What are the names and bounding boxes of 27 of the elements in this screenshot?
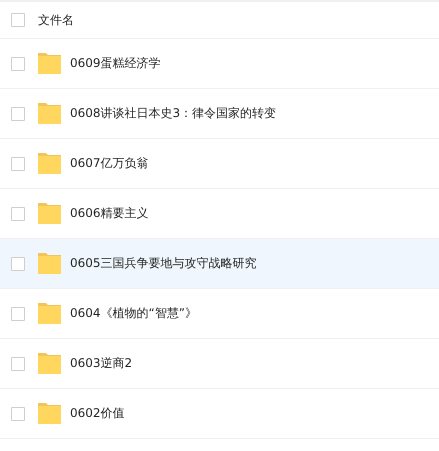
checkbox[interactable] bbox=[11, 356, 25, 370]
checkbox[interactable] bbox=[11, 206, 25, 220]
checkbox[interactable] bbox=[11, 13, 25, 27]
file-name[interactable]: 0607亿万负翁 bbox=[70, 155, 149, 172]
folder-icon bbox=[38, 353, 61, 374]
checkbox[interactable] bbox=[11, 406, 25, 420]
file-name[interactable]: 0605三国兵争要地与攻守战略研究 bbox=[70, 255, 257, 272]
file-row[interactable]: 0605三国兵争要地与攻守战略研究 bbox=[0, 239, 439, 289]
folder-icon bbox=[38, 103, 61, 124]
column-header[interactable]: 文件名 bbox=[38, 12, 74, 28]
checkbox[interactable] bbox=[11, 306, 25, 320]
file-name[interactable]: 0604《植物的“智慧”》 bbox=[70, 305, 197, 322]
checkbox[interactable] bbox=[11, 56, 25, 70]
folder-icon bbox=[38, 303, 61, 324]
checkbox[interactable] bbox=[11, 256, 25, 270]
folder-icon bbox=[38, 203, 61, 224]
folder-icon bbox=[38, 153, 61, 174]
checkbox[interactable] bbox=[11, 106, 25, 120]
folder-icon bbox=[38, 403, 61, 424]
file-name[interactable]: 0608讲谈社日本史3：律令国家的转变 bbox=[70, 105, 276, 122]
file-name[interactable]: 0603逆商2 bbox=[70, 355, 132, 372]
folder-icon bbox=[38, 53, 61, 74]
file-name[interactable]: 0602价值 bbox=[70, 405, 125, 422]
file-name[interactable]: 0609蛋糕经济学 bbox=[70, 55, 161, 72]
checkbox[interactable] bbox=[11, 156, 25, 170]
file-name[interactable]: 0606精要主义 bbox=[70, 205, 149, 222]
folder-icon bbox=[38, 253, 61, 274]
